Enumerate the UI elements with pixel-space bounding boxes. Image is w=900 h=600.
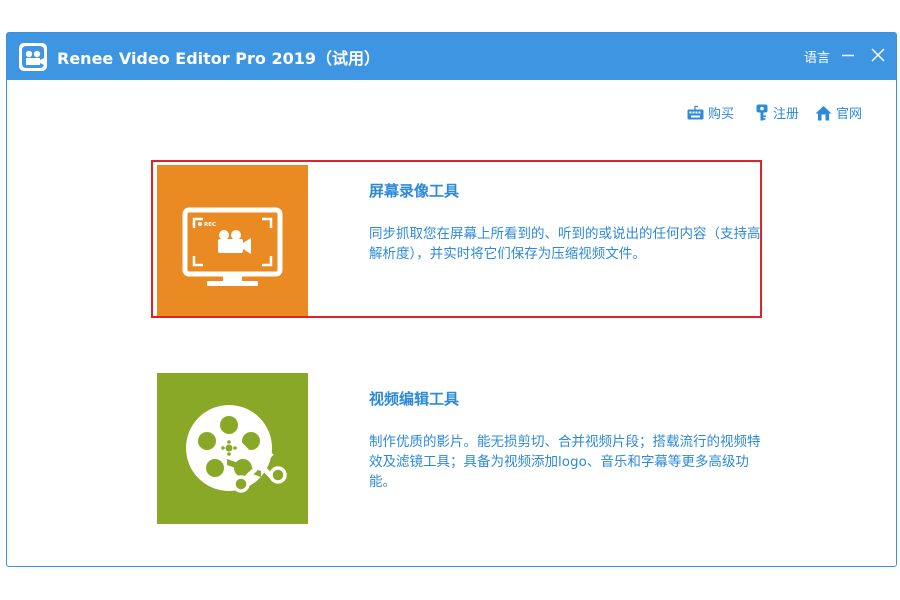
- website-link[interactable]: 官网: [815, 103, 862, 122]
- language-button[interactable]: 语言: [804, 47, 830, 66]
- video-editor-title: 视频编辑工具: [369, 390, 460, 408]
- close-button[interactable]: [868, 45, 888, 65]
- title-bar[interactable]: Renee Video Editor Pro 2019（试用） 语言: [7, 33, 896, 80]
- film-reel-scissors-icon: [186, 405, 287, 493]
- window-title: Renee Video Editor Pro 2019（试用）: [57, 49, 380, 68]
- screen-recorder-title: 屏幕录像工具: [369, 182, 460, 200]
- close-icon: [871, 48, 885, 62]
- video-editor-description: 制作优质的影片。能无损剪切、合并视频片段；搭载流行的视频特效及滤镜工具；具备为视…: [369, 434, 761, 490]
- minimize-icon: [842, 54, 854, 57]
- website-label: 官网: [836, 107, 863, 122]
- screen-recorder-description: 同步抓取您在屏幕上所看到的、听到的或说出的任何内容（支持高解析度），并实时将它们…: [369, 226, 761, 262]
- rec-badge: REC: [204, 222, 216, 228]
- keyboard-icon: [687, 105, 704, 119]
- top-links: 购买 注册 官网: [7, 103, 896, 123]
- video-editor-tile: [157, 373, 308, 524]
- app-logo-icon: [19, 43, 47, 71]
- screen-record-tile: REC: [157, 165, 308, 316]
- key-icon: [756, 104, 768, 121]
- app-window: Renee Video Editor Pro 2019（试用） 语言 购买 注册…: [6, 32, 897, 567]
- register-label: 注册: [773, 107, 800, 122]
- register-link[interactable]: 注册: [755, 103, 799, 122]
- buy-link[interactable]: 购买: [687, 103, 734, 122]
- screen-recorder-card[interactable]: REC 屏幕录像工具 同步抓取您在屏幕上所看到的、听到的或说出的任何内容（支持高…: [151, 160, 762, 318]
- minimize-button[interactable]: [839, 45, 859, 65]
- video-editor-card[interactable]: 视频编辑工具 制作优质的影片。能无损剪切、合并视频片段；搭载流行的视频特效及滤镜…: [151, 368, 762, 526]
- buy-label: 购买: [708, 107, 735, 122]
- home-icon: [815, 105, 832, 120]
- screen-record-icon: REC: [182, 207, 283, 286]
